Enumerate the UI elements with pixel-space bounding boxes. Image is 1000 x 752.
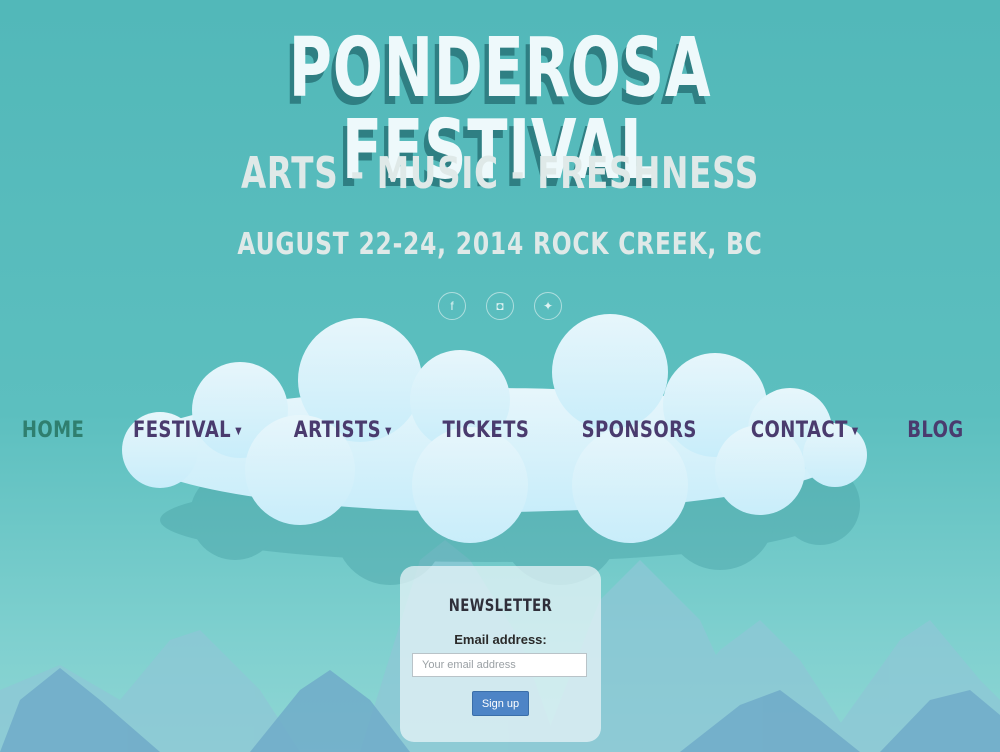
- nav-item-home[interactable]: HOME: [21, 418, 83, 443]
- sign-up-button[interactable]: Sign up: [472, 691, 529, 716]
- nav-item-label: FESTIVAL: [132, 418, 231, 443]
- chevron-down-icon: ▼: [385, 426, 393, 437]
- newsletter-panel: NEWSLETTER Email address: Sign up: [400, 566, 601, 742]
- nav-item-label: SPONSORS: [581, 418, 697, 443]
- nav-item-tickets[interactable]: TICKETS: [443, 418, 530, 443]
- twitter-icon[interactable]: ✦: [534, 292, 562, 320]
- nav-item-label: BLOG: [906, 418, 964, 443]
- nav-item-blog[interactable]: BLOG: [907, 418, 963, 443]
- instagram-icon[interactable]: ◘: [486, 292, 514, 320]
- email-label: Email address:: [454, 632, 547, 647]
- festival-date-location: AUGUST 22-24, 2014 ROCK CREEK, BC: [237, 227, 763, 262]
- nav-item-contact[interactable]: CONTACT ▼: [751, 418, 859, 443]
- nav-item-label: CONTACT: [751, 418, 849, 443]
- nav-item-festival[interactable]: FESTIVAL ▼: [133, 418, 242, 443]
- chevron-down-icon: ▼: [234, 426, 242, 437]
- nav-item-artists[interactable]: ARTISTS ▼: [294, 418, 392, 443]
- email-field[interactable]: [412, 653, 587, 677]
- social-links: f ◘ ✦: [0, 292, 1000, 320]
- nav-item-label: TICKETS: [442, 418, 530, 443]
- facebook-icon[interactable]: f: [438, 292, 466, 320]
- nav-item-label: HOME: [21, 418, 84, 443]
- nav-item-sponsors[interactable]: SPONSORS: [581, 418, 696, 443]
- festival-tagline: ARTS - MUSIC - FRESHNESS: [240, 148, 760, 199]
- chevron-down-icon: ▼: [852, 426, 859, 437]
- nav-item-label: ARTISTS: [294, 418, 382, 443]
- newsletter-title: NEWSLETTER: [448, 596, 553, 616]
- main-navigation: HOME FESTIVAL ▼ ARTISTS ▼ TICKETS SPONSO…: [0, 418, 992, 443]
